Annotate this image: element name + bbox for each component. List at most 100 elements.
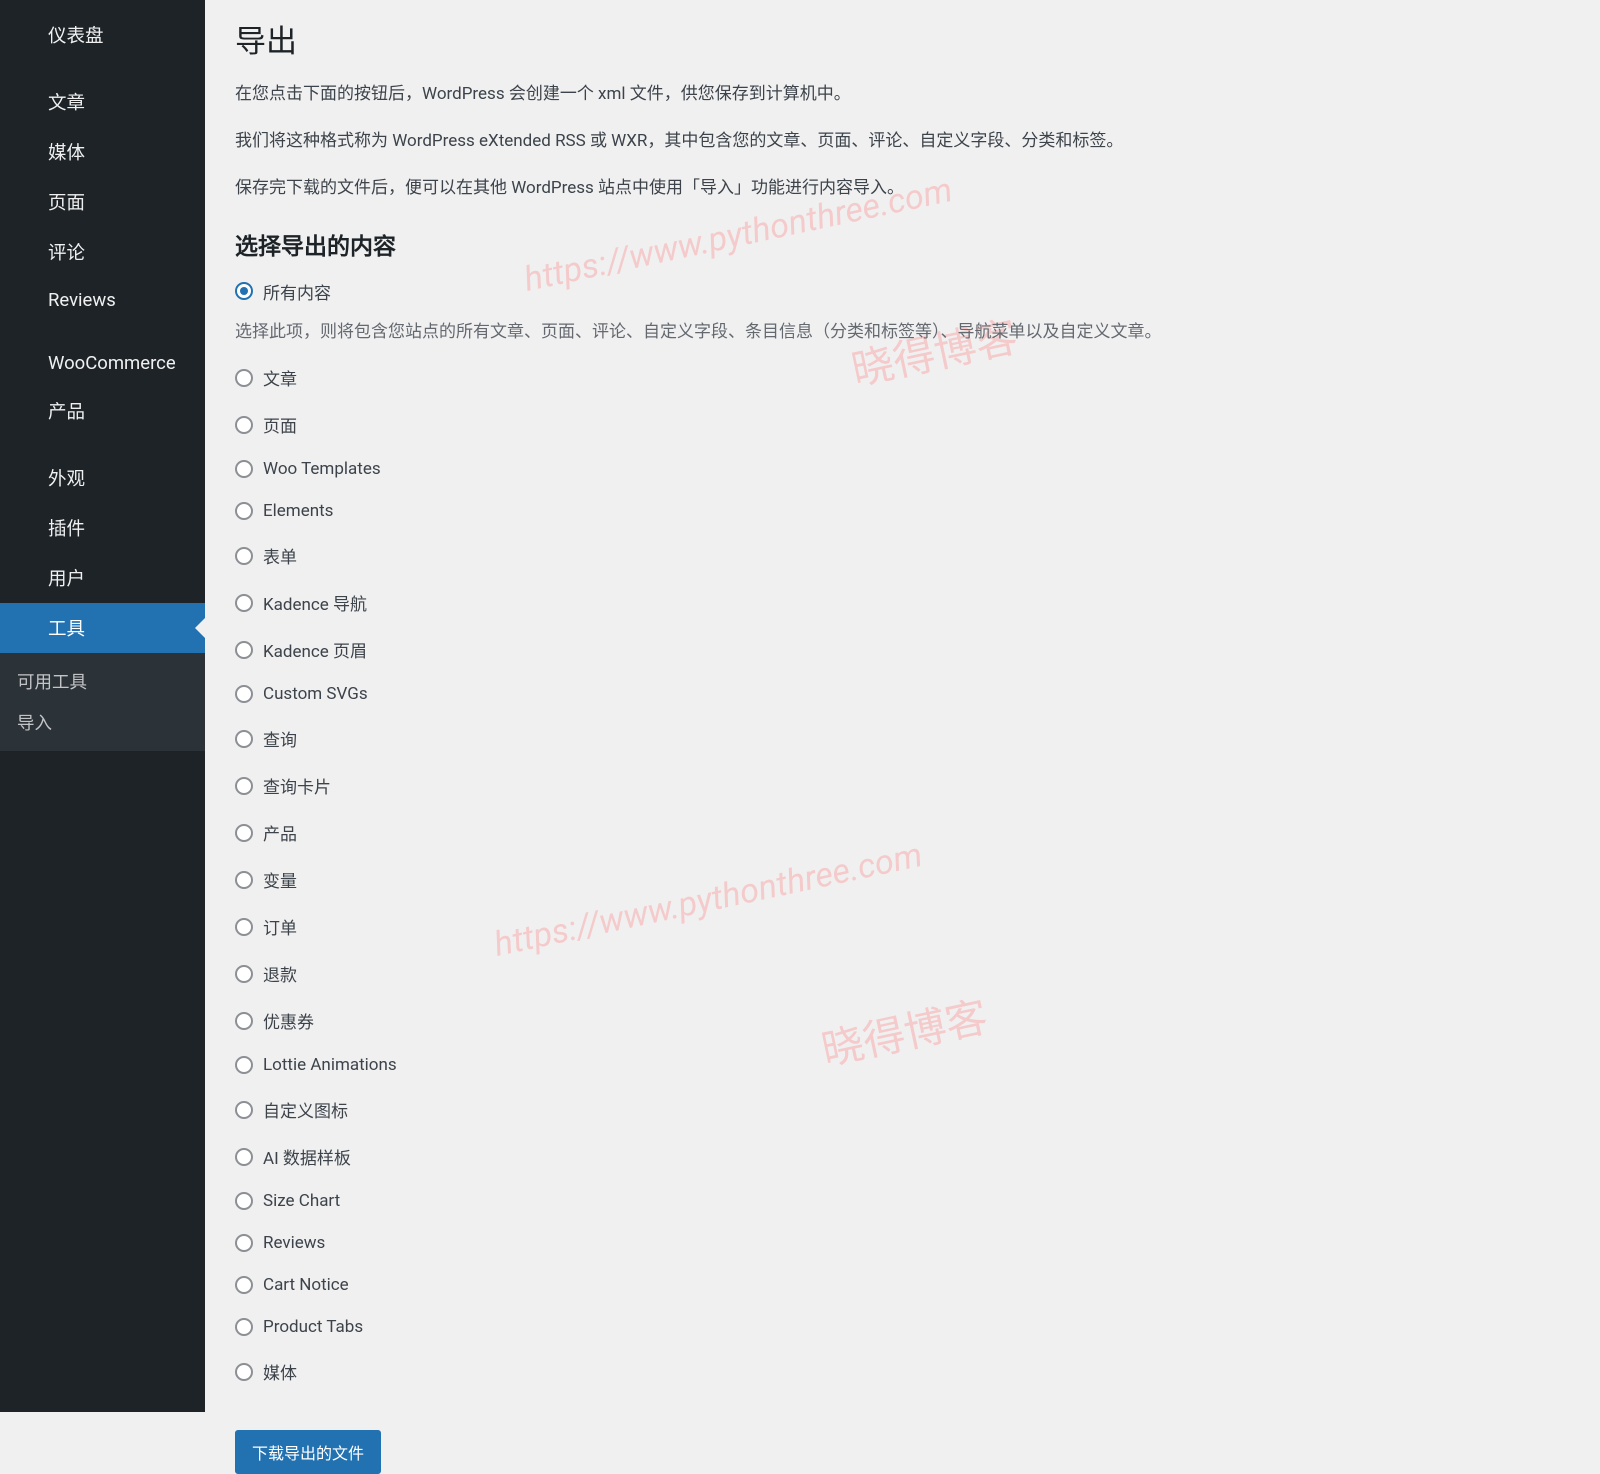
sidebar-item-label: 评论 bbox=[48, 242, 85, 264]
option-reviews: Reviews bbox=[235, 1233, 1570, 1253]
sidebar-item-label: 插件 bbox=[48, 518, 85, 540]
option-pages-radio[interactable] bbox=[235, 416, 253, 434]
option-kadence-header-label[interactable]: Kadence 页眉 bbox=[263, 637, 367, 662]
option-cart-notice: Cart Notice bbox=[235, 1275, 1570, 1295]
sidebar-item-label: Reviews bbox=[48, 289, 116, 311]
option-variations-label[interactable]: 变量 bbox=[263, 867, 297, 892]
sidebar-item-media[interactable]: 媒体 bbox=[0, 127, 205, 177]
option-reviews-radio[interactable] bbox=[235, 1234, 253, 1252]
export-description-3: 保存完下载的文件后，便可以在其他 WordPress 站点中使用「导入」功能进行… bbox=[235, 175, 1570, 202]
page-title: 导出 bbox=[235, 16, 1570, 61]
option-media-radio[interactable] bbox=[235, 1363, 253, 1381]
option-size-chart-label[interactable]: Size Chart bbox=[263, 1191, 340, 1211]
option-query-card-label[interactable]: 查询卡片 bbox=[263, 773, 331, 798]
option-pages-label[interactable]: 页面 bbox=[263, 412, 297, 437]
sidebar-item-label: 页面 bbox=[48, 192, 85, 214]
option-ai-data: AI 数据样板 bbox=[235, 1144, 1570, 1169]
sidebar-sub-item-label: 可用工具 bbox=[17, 673, 87, 693]
option-cart-notice-label[interactable]: Cart Notice bbox=[263, 1275, 349, 1295]
sidebar-item-label: 仪表盘 bbox=[48, 25, 104, 47]
option-query-card-radio[interactable] bbox=[235, 777, 253, 795]
option-forms: 表单 bbox=[235, 543, 1570, 568]
option-posts: 文章 bbox=[235, 365, 1570, 390]
sidebar-item-reviews[interactable]: Reviews bbox=[0, 277, 205, 323]
option-product-tabs-radio[interactable] bbox=[235, 1318, 253, 1336]
option-kadence-header-radio[interactable] bbox=[235, 641, 253, 659]
section-title: 选择导出的内容 bbox=[235, 227, 1570, 261]
option-posts-label[interactable]: 文章 bbox=[263, 365, 297, 390]
option-products-label[interactable]: 产品 bbox=[263, 820, 297, 845]
option-kadence-nav-label[interactable]: Kadence 导航 bbox=[263, 590, 367, 615]
sidebar-sub-available-tools[interactable]: 可用工具 bbox=[0, 661, 205, 702]
option-custom-icons-radio[interactable] bbox=[235, 1101, 253, 1119]
option-reviews-label[interactable]: Reviews bbox=[263, 1233, 325, 1253]
sidebar-item-plugins[interactable]: 插件 bbox=[0, 503, 205, 553]
option-kadence-nav: Kadence 导航 bbox=[235, 590, 1570, 615]
sidebar-separator bbox=[0, 323, 205, 340]
sidebar-sub-item-label: 导入 bbox=[17, 714, 52, 734]
option-forms-radio[interactable] bbox=[235, 547, 253, 565]
option-custom-icons: 自定义图标 bbox=[235, 1097, 1570, 1122]
sidebar: 仪表盘文章媒体页面评论ReviewsWooCommerce产品外观插件用户工具 … bbox=[0, 0, 205, 1412]
option-lottie: Lottie Animations bbox=[235, 1055, 1570, 1075]
option-ai-data-radio[interactable] bbox=[235, 1148, 253, 1166]
option-coupons-label[interactable]: 优惠券 bbox=[263, 1008, 314, 1033]
option-kadence-nav-radio[interactable] bbox=[235, 594, 253, 612]
sidebar-separator bbox=[0, 60, 205, 77]
sidebar-item-woocommerce[interactable]: WooCommerce bbox=[0, 340, 205, 386]
sidebar-item-dashboard[interactable]: 仪表盘 bbox=[0, 10, 205, 60]
sidebar-item-users[interactable]: 用户 bbox=[0, 553, 205, 603]
option-size-chart: Size Chart bbox=[235, 1191, 1570, 1211]
sidebar-item-pages[interactable]: 页面 bbox=[0, 177, 205, 227]
sidebar-separator bbox=[0, 436, 205, 453]
option-coupons: 优惠券 bbox=[235, 1008, 1570, 1033]
option-woo-templates-radio[interactable] bbox=[235, 460, 253, 478]
sidebar-item-label: 工具 bbox=[48, 618, 85, 640]
download-export-button[interactable]: 下载导出的文件 bbox=[235, 1430, 381, 1474]
sidebar-sub-import[interactable]: 导入 bbox=[0, 702, 205, 743]
option-custom-icons-label[interactable]: 自定义图标 bbox=[263, 1097, 348, 1122]
sidebar-item-label: 产品 bbox=[48, 401, 85, 423]
option-ai-data-label[interactable]: AI 数据样板 bbox=[263, 1144, 351, 1169]
option-custom-svgs-label[interactable]: Custom SVGs bbox=[263, 684, 368, 704]
option-lottie-radio[interactable] bbox=[235, 1056, 253, 1074]
option-woo-templates-label[interactable]: Woo Templates bbox=[263, 459, 381, 479]
option-elements: Elements bbox=[235, 501, 1570, 521]
option-refunds-radio[interactable] bbox=[235, 965, 253, 983]
sidebar-item-label: WooCommerce bbox=[48, 352, 176, 374]
option-media-label[interactable]: 媒体 bbox=[263, 1359, 297, 1384]
sidebar-item-comments[interactable]: 评论 bbox=[0, 227, 205, 277]
option-query-radio[interactable] bbox=[235, 730, 253, 748]
option-all-content-label[interactable]: 所有内容 bbox=[263, 279, 331, 304]
option-query-label[interactable]: 查询 bbox=[263, 726, 297, 751]
option-elements-label[interactable]: Elements bbox=[263, 501, 333, 521]
option-all-content-radio[interactable] bbox=[235, 282, 253, 300]
option-all-content: 所有内容 bbox=[235, 279, 1570, 304]
option-kadence-header: Kadence 页眉 bbox=[235, 637, 1570, 662]
sidebar-item-label: 外观 bbox=[48, 468, 85, 490]
option-forms-label[interactable]: 表单 bbox=[263, 543, 297, 568]
option-variations-radio[interactable] bbox=[235, 871, 253, 889]
option-size-chart-radio[interactable] bbox=[235, 1192, 253, 1210]
option-elements-radio[interactable] bbox=[235, 502, 253, 520]
option-refunds-label[interactable]: 退款 bbox=[263, 961, 297, 986]
option-custom-svgs-radio[interactable] bbox=[235, 685, 253, 703]
option-orders-radio[interactable] bbox=[235, 918, 253, 936]
option-query-card: 查询卡片 bbox=[235, 773, 1570, 798]
sidebar-item-tools[interactable]: 工具 bbox=[0, 603, 205, 653]
option-coupons-radio[interactable] bbox=[235, 1012, 253, 1030]
sidebar-item-products[interactable]: 产品 bbox=[0, 386, 205, 436]
option-posts-radio[interactable] bbox=[235, 369, 253, 387]
option-media: 媒体 bbox=[235, 1359, 1570, 1384]
option-product-tabs-label[interactable]: Product Tabs bbox=[263, 1317, 363, 1337]
sidebar-item-appearance[interactable]: 外观 bbox=[0, 453, 205, 503]
option-product-tabs: Product Tabs bbox=[235, 1317, 1570, 1337]
option-woo-templates: Woo Templates bbox=[235, 459, 1570, 479]
sidebar-item-posts[interactable]: 文章 bbox=[0, 77, 205, 127]
option-cart-notice-radio[interactable] bbox=[235, 1276, 253, 1294]
option-products-radio[interactable] bbox=[235, 824, 253, 842]
option-products: 产品 bbox=[235, 820, 1570, 845]
sidebar-item-label: 媒体 bbox=[48, 142, 85, 164]
option-lottie-label[interactable]: Lottie Animations bbox=[263, 1055, 397, 1075]
option-orders-label[interactable]: 订单 bbox=[263, 914, 297, 939]
